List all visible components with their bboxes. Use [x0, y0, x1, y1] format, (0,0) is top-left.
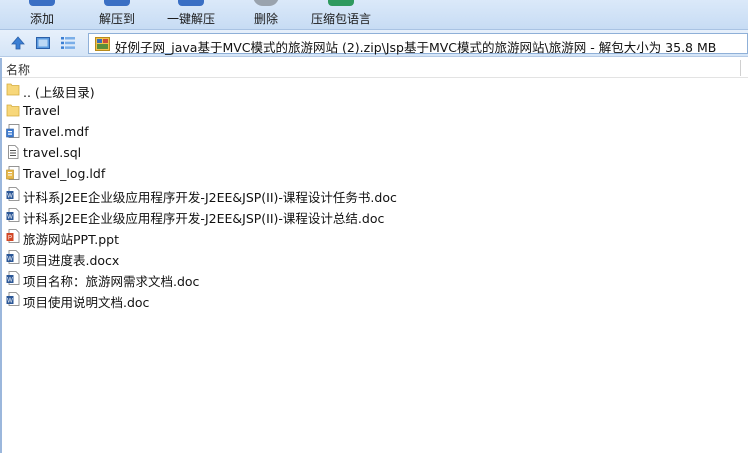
- word-doc-icon: W: [6, 292, 20, 306]
- one-click-extract-button[interactable]: 一键解压: [163, 0, 219, 30]
- parent-folder-icon: [6, 83, 20, 96]
- up-arrow-icon[interactable]: [10, 35, 26, 51]
- list-item[interactable]: W 项目名称：旅游网需求文档.doc: [0, 268, 748, 289]
- list-item[interactable]: .. (上级目录): [0, 79, 748, 100]
- extract-to-icon: [104, 0, 130, 6]
- list-item[interactable]: Travel: [0, 100, 748, 121]
- toolbar: 添加 解压到 一键解压 删除 压缩包语言: [0, 0, 748, 30]
- thumbnail-view-icon[interactable]: [35, 35, 51, 51]
- svg-text:W: W: [7, 278, 13, 284]
- word-doc-icon: W: [6, 271, 20, 285]
- list-item[interactable]: P 旅游网站PPT.ppt: [0, 226, 748, 247]
- list-item-name: 项目名称：旅游网需求文档.doc: [23, 274, 200, 289]
- list-item-name: Travel.mdf: [23, 124, 89, 139]
- list-item-name: 项目使用说明文档.doc: [23, 295, 150, 310]
- word-doc-icon: W: [6, 187, 20, 201]
- extract-to-button[interactable]: 解压到: [92, 0, 142, 30]
- file-list: .. (上级目录) Travel Travel.mdf travel.sql T…: [0, 79, 748, 310]
- word-doc-icon: W: [6, 250, 20, 264]
- sql-file-icon: [8, 145, 19, 159]
- add-button-label: 添加: [29, 12, 54, 26]
- delete-label: 删除: [253, 12, 278, 26]
- list-item-name: 计科系J2EE企业级应用程序开发-J2EE&JSP(II)-课程设计总结.doc: [23, 211, 385, 226]
- list-item[interactable]: W 项目使用说明文档.doc: [0, 289, 748, 310]
- address-path: 好例子网_java基于MVC模式的旅游网站 (2).zip\Jsp基于MVC模式…: [115, 40, 717, 55]
- svg-text:W: W: [7, 299, 13, 305]
- list-item-name: .. (上级目录): [23, 85, 95, 100]
- one-click-extract-icon: [178, 0, 204, 6]
- add-button[interactable]: 添加: [22, 0, 62, 30]
- word-doc-icon: W: [6, 208, 20, 222]
- list-header: 名称: [0, 58, 748, 78]
- zip-archive-icon: [95, 37, 110, 51]
- database-file-icon: [6, 124, 20, 138]
- list-view-icon[interactable]: [60, 35, 76, 51]
- list-item[interactable]: W 计科系J2EE企业级应用程序开发-J2EE&JSP(II)-课程设计总结.d…: [0, 205, 748, 226]
- delete-button[interactable]: 删除: [247, 0, 285, 30]
- svg-text:W: W: [7, 257, 13, 263]
- list-item[interactable]: Travel_log.ldf: [0, 163, 748, 184]
- delete-icon: [253, 0, 279, 6]
- folder-icon: [6, 104, 20, 117]
- list-item-name: Travel: [23, 103, 61, 118]
- column-separator[interactable]: [740, 60, 741, 76]
- list-item-name: 旅游网站PPT.ppt: [23, 232, 119, 247]
- svg-text:W: W: [7, 215, 13, 221]
- list-item[interactable]: W 项目进度表.docx: [0, 247, 748, 268]
- one-click-extract-label: 一键解压: [166, 12, 215, 26]
- log-file-icon: [6, 166, 20, 180]
- add-icon: [29, 0, 55, 6]
- list-item[interactable]: W 计科系J2EE企业级应用程序开发-J2EE&JSP(II)-课程设计任务书.…: [0, 184, 748, 205]
- svg-text:P: P: [8, 236, 12, 242]
- ppt-file-icon: P: [6, 229, 20, 243]
- list-item-name: 计科系J2EE企业级应用程序开发-J2EE&JSP(II)-课程设计任务书.do…: [23, 190, 397, 205]
- list-item[interactable]: Travel.mdf: [0, 121, 748, 142]
- list-item-name: travel.sql: [23, 145, 82, 160]
- list-item-name: Travel_log.ldf: [23, 166, 106, 181]
- address-bar[interactable]: 好例子网_java基于MVC模式的旅游网站 (2).zip\Jsp基于MVC模式…: [88, 33, 748, 55]
- archive-language-label: 压缩包语言: [310, 12, 371, 26]
- archive-language-icon: [328, 0, 354, 6]
- archive-language-button[interactable]: 压缩包语言: [306, 0, 376, 30]
- extract-to-label: 解压到: [98, 12, 135, 26]
- address-row: 好例子网_java基于MVC模式的旅游网站 (2).zip\Jsp基于MVC模式…: [0, 30, 748, 57]
- column-header-name[interactable]: 名称: [6, 61, 30, 78]
- list-item-name: 项目进度表.docx: [23, 253, 120, 268]
- list-item[interactable]: travel.sql: [0, 142, 748, 163]
- svg-text:W: W: [7, 194, 13, 200]
